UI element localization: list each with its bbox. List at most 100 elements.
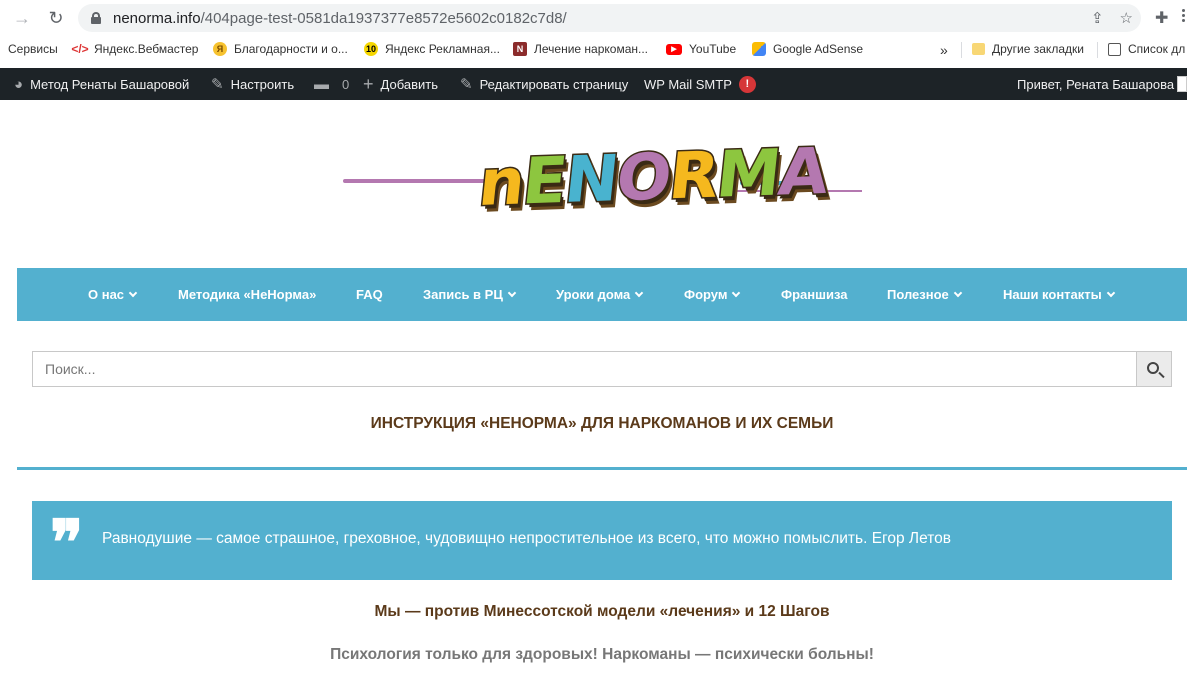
bookmark-treatment[interactable]: N Лечение наркоман...: [513, 42, 648, 56]
bookmark-label: Другие закладки: [992, 42, 1084, 56]
back-arrow-icon[interactable]: →: [8, 4, 36, 32]
chevron-down-icon: [732, 288, 741, 297]
bookmark-label: Яндекс.Вебмастер: [94, 42, 199, 56]
admin-smtp-label: WP Mail SMTP: [644, 76, 732, 92]
yandex-icon: Я: [213, 42, 227, 56]
wp-admin-bar: ◕ Метод Ренаты Башаровой ✎ Настроить ▬ 0…: [0, 68, 1187, 100]
bookmark-label: Лечение наркоман...: [534, 42, 648, 56]
extensions-puzzle-icon[interactable]: ✚: [1155, 8, 1168, 28]
bookmark-services[interactable]: Сервисы: [8, 42, 58, 56]
admin-site-name[interactable]: ◕ Метод Ренаты Башаровой: [14, 68, 189, 100]
comments-count: 0: [342, 76, 350, 92]
chevron-down-icon: [507, 288, 517, 297]
bookmark-yandex-webmaster[interactable]: </> Яндекс.Вебмастер: [71, 42, 199, 56]
brush-icon: ✎: [211, 76, 224, 93]
menu-item[interactable]: Франшиза: [781, 268, 847, 321]
page-title: ИНСТРУКЦИЯ «НЕНОРМА» ДЛЯ НАРКОМАНОВ И ИХ…: [370, 415, 834, 432]
yandex-badge-icon: 10: [364, 42, 378, 56]
more-menu-icon[interactable]: [1180, 8, 1187, 26]
menu-item-label: Наши контакты: [1003, 287, 1102, 302]
site-logo[interactable]: nENORMA: [340, 133, 865, 230]
bookmark-yandex-ads[interactable]: 10 Яндекс Рекламная...: [364, 42, 500, 56]
pencil-icon: ✎: [460, 76, 473, 93]
menu-item-label: Полезное: [887, 287, 949, 302]
avatar[interactable]: [1177, 76, 1187, 92]
browser-toolbar: → ↻ nenorma.info/404page-test-0581da1937…: [0, 0, 1187, 36]
url-host: nenorma.info: [113, 9, 201, 27]
separator: [961, 42, 962, 58]
share-icon[interactable]: ⇪: [1091, 9, 1104, 27]
admin-site-label: Метод Ренаты Башаровой: [30, 76, 190, 92]
menu-item[interactable]: О нас: [88, 268, 138, 321]
admin-smtp[interactable]: WP Mail SMTP !: [644, 68, 756, 100]
admin-edit-page[interactable]: ✎ Редактировать страницу: [460, 68, 628, 100]
quote-icon: ❞: [50, 510, 84, 578]
comment-icon: ▬: [314, 75, 329, 93]
chevron-down-icon: [953, 288, 963, 297]
folder-icon: [972, 43, 985, 55]
search-input[interactable]: [33, 352, 1137, 386]
adsense-icon: [752, 42, 766, 56]
dashboard-icon: ◕: [14, 75, 24, 93]
subheading-psychology: Психология только для здоровых! Наркоман…: [330, 646, 874, 663]
search-icon: [1146, 361, 1159, 374]
bookmark-youtube[interactable]: ▶ YouTube: [666, 42, 736, 56]
reload-icon[interactable]: ↻: [42, 4, 70, 32]
admin-add-new[interactable]: + Добавить: [363, 68, 438, 100]
logo-graffiti: nENORMA: [474, 133, 832, 222]
menu-item-label: Уроки дома: [556, 287, 631, 302]
bookmark-label: Яндекс Рекламная...: [385, 42, 500, 56]
menu-item[interactable]: Запись в РЦ: [423, 268, 517, 321]
admin-greeting-label: Привет, Рената Башарова: [1017, 76, 1175, 92]
menu-item[interactable]: Методика «НеНорма»: [178, 268, 316, 321]
alert-badge: !: [738, 75, 756, 93]
code-icon: </>: [71, 42, 89, 56]
quote-text: Равнодушие — самое страшное, греховное, …: [102, 530, 951, 547]
bookmark-label: Google AdSense: [773, 42, 864, 56]
main-menu: О нас Методика «НеНорма» FAQ Запись в РЦ Уро…: [17, 268, 1187, 321]
bookmark-label: YouTube: [689, 42, 737, 56]
menu-item[interactable]: Полезное: [887, 268, 963, 321]
bookmark-label: Сервисы: [8, 42, 58, 56]
menu-item-label: Запись в РЦ: [423, 287, 503, 302]
menu-item-label: Методика «НеНорма»: [178, 287, 317, 302]
chevron-down-icon: [1106, 288, 1116, 297]
search-button[interactable]: [1136, 352, 1171, 386]
admin-customize-label: Настроить: [230, 76, 295, 92]
menu-item-label: FAQ: [356, 287, 383, 302]
admin-customize[interactable]: ✎ Настроить: [211, 68, 294, 100]
lock-icon[interactable]: [91, 12, 101, 24]
bookmark-adsense[interactable]: Google AdSense: [752, 42, 863, 56]
admin-greeting[interactable]: Привет, Рената Башарова: [1017, 68, 1174, 100]
menu-item-label: Форум: [684, 287, 728, 302]
chevron-down-icon: [128, 288, 138, 297]
menu-item[interactable]: FAQ: [356, 268, 383, 321]
quote-block: ❞ Равнодушие — самое страшное, греховное…: [32, 501, 1172, 580]
star-icon[interactable]: ☆: [1120, 9, 1133, 27]
admin-edit-label: Редактировать страницу: [479, 76, 629, 92]
menu-item[interactable]: Наши контакты: [1003, 268, 1116, 321]
logo-decoration: [343, 179, 493, 183]
menu-item[interactable]: Уроки дома: [556, 268, 644, 321]
menu-item-label: Франшиза: [781, 287, 848, 302]
reading-list[interactable]: Список дл: [1108, 42, 1185, 56]
divider: [17, 467, 1187, 470]
menu-item-label: О нас: [88, 287, 125, 302]
chevron-down-icon: [635, 288, 644, 297]
separator: [1097, 42, 1098, 58]
bookmark-other[interactable]: Другие закладки: [972, 42, 1084, 56]
address-bar[interactable]: nenorma.info/404page-test-0581da1937377e…: [78, 4, 1141, 32]
admin-add-label: Добавить: [380, 76, 438, 92]
menu-item[interactable]: Форум: [684, 268, 741, 321]
youtube-icon: ▶: [666, 43, 682, 55]
admin-comments[interactable]: ▬ 0: [314, 68, 349, 100]
site-icon: N: [513, 42, 527, 56]
reading-list-label: Список дл: [1128, 42, 1186, 56]
search-form: [32, 351, 1172, 387]
plus-icon: +: [363, 73, 374, 94]
bookmarks-overflow[interactable]: »: [940, 42, 948, 58]
bookmark-gratitude[interactable]: Я Благодарности и о...: [213, 42, 348, 56]
url-path: /404page-test-0581da1937377e8572e5602c01…: [200, 9, 567, 27]
bookmarks-bar: Сервисы </> Яндекс.Вебмастер Я Благодарн…: [0, 36, 1187, 63]
subheading-minnesota: Мы — против Минессотской модели «лечения…: [374, 603, 830, 620]
